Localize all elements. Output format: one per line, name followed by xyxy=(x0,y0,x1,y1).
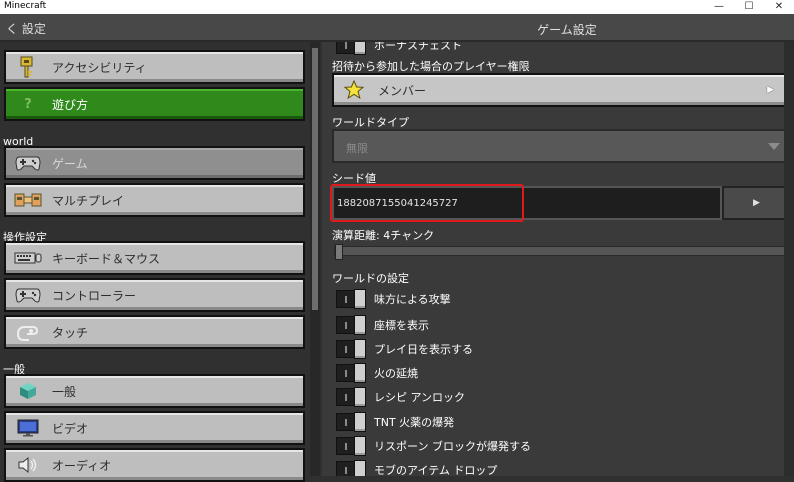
toggle-label: レシピ アンロック xyxy=(374,391,466,404)
invite-permission-label: 招待から参加した場合のプレイヤー権限 xyxy=(332,60,530,73)
seed-picker-button[interactable]: ▶ xyxy=(722,186,790,220)
chevron-right-icon: ▶ xyxy=(767,85,774,95)
sidebar-item-label: ビデオ xyxy=(52,421,89,436)
toggle-label: プレイ日を表示する xyxy=(374,343,473,356)
toggle-switch[interactable] xyxy=(336,460,366,476)
sidebar-scroll-thumb[interactable] xyxy=(312,48,318,310)
show-coordinates-toggle-row[interactable]: 座標を表示 xyxy=(336,315,429,335)
world-type-value: 無限 xyxy=(346,142,368,155)
recipe-unlock-toggle-row[interactable]: レシピ アンロック xyxy=(336,387,465,407)
sidebar-item-how-to-play[interactable]: ? 遊び方 xyxy=(4,87,305,121)
monitor-icon xyxy=(14,417,42,439)
page-title: ゲーム設定 xyxy=(537,23,597,37)
toggle-switch[interactable] xyxy=(336,289,366,309)
toggle-label: 座標を表示 xyxy=(374,319,429,332)
question-icon: ? xyxy=(24,96,32,112)
tnt-explodes-toggle-row[interactable]: TNT 火薬の爆発 xyxy=(336,412,454,432)
settings-scrollbar[interactable] xyxy=(784,42,794,476)
toggle-label: 火の延焼 xyxy=(374,367,418,380)
world-settings-label: ワールドの設定 xyxy=(332,272,409,285)
window-title: Minecraft xyxy=(4,1,47,11)
sidebar-item-label: 一般 xyxy=(52,384,77,399)
toggle-switch[interactable] xyxy=(336,339,366,359)
speaker-icon xyxy=(14,454,42,476)
chevron-down-icon xyxy=(768,143,780,150)
sidebar-item-keyboard-mouse[interactable]: キーボード＆マウス xyxy=(4,241,305,275)
toggle-switch[interactable] xyxy=(336,412,366,432)
permission-value: メンバー xyxy=(378,83,427,98)
sidebar-item-general[interactable]: 一般 xyxy=(4,374,305,408)
slider-handle[interactable] xyxy=(335,244,343,260)
maximize-icon[interactable]: ☐ xyxy=(734,0,764,14)
controller-icon xyxy=(14,152,42,174)
sidebar-item-label: オーディオ xyxy=(52,458,112,473)
key-icon xyxy=(14,56,42,78)
sidebar-item-label: コントローラー xyxy=(52,288,137,303)
keyboard-icon xyxy=(14,247,42,269)
sidebar-item-multiplayer[interactable]: マルチプレイ xyxy=(4,183,305,217)
minimize-icon[interactable]: — xyxy=(704,0,734,14)
toggle-switch[interactable] xyxy=(336,315,366,335)
friendly-fire-toggle-row[interactable]: 味方による攻撃 xyxy=(336,289,451,309)
header-bar: く 設定 ゲーム設定 xyxy=(0,14,794,42)
fire-spreads-toggle-row[interactable]: 火の延焼 xyxy=(336,363,418,383)
toggle-label: モブのアイテム ドロップ xyxy=(374,464,498,476)
show-days-played-toggle-row[interactable]: プレイ日を表示する xyxy=(336,339,473,359)
sidebar-item-label: ゲーム xyxy=(52,156,88,171)
close-icon[interactable]: ✕ xyxy=(764,0,794,14)
sidebar-item-label: アクセシビリティ xyxy=(52,60,147,75)
sidebar-item-controller[interactable]: コントローラー xyxy=(4,278,305,312)
toggle-label: TNT 火薬の爆発 xyxy=(374,416,455,429)
mob-loot-toggle-row[interactable]: モブのアイテム ドロップ xyxy=(336,460,497,476)
world-type-dropdown[interactable]: 無限 xyxy=(332,129,790,163)
sidebar-item-label: マルチプレイ xyxy=(52,193,125,208)
sidebar-item-audio[interactable]: オーディオ xyxy=(4,448,305,482)
sidebar-item-accessibility[interactable]: アクセシビリティ xyxy=(4,50,305,84)
world-type-label: ワールドタイプ xyxy=(332,116,409,129)
toggle-switch[interactable] xyxy=(336,436,366,456)
chevron-right-icon: ▶ xyxy=(753,198,760,208)
sidebar-item-label: 遊び方 xyxy=(52,97,89,112)
star-icon xyxy=(344,80,364,100)
respawn-blocks-explode-toggle-row[interactable]: リスポーン ブロックが爆発する xyxy=(336,436,531,456)
seed-highlight-box xyxy=(330,184,524,222)
game-settings-panel: ボーナスチェスト 招待から参加した場合のプレイヤー権限 メンバー ▶ ワールドタ… xyxy=(322,42,794,476)
toggle-switch[interactable] xyxy=(336,387,366,407)
controller-icon xyxy=(14,284,42,306)
sidebar-item-label: タッチ xyxy=(52,325,89,340)
sidebar-item-label: キーボード＆マウス xyxy=(52,251,161,266)
simulation-distance-label: 演算距離: 4チャンク xyxy=(332,229,435,242)
simulation-distance-slider[interactable] xyxy=(334,244,786,260)
toggle-switch[interactable] xyxy=(336,363,366,383)
toggle-label: リスポーン ブロックが爆発する xyxy=(374,440,531,453)
toggle-label: ボーナスチェスト xyxy=(374,42,462,52)
sidebar-item-touch[interactable]: タッチ xyxy=(4,315,305,349)
toggle-label: 味方による攻撃 xyxy=(374,293,451,306)
cube-icon xyxy=(14,380,42,402)
window-titlebar: Minecraft xyxy=(0,0,794,14)
invite-permission-button[interactable]: メンバー ▶ xyxy=(332,73,790,107)
multiplayer-icon xyxy=(14,189,42,211)
sidebar-item-video[interactable]: ビデオ xyxy=(4,411,305,445)
touch-icon xyxy=(14,321,42,343)
settings-sidebar: アクセシビリティ ? 遊び方 world ゲーム マルチプレイ 操作設定 キーボ… xyxy=(0,42,322,482)
bonus-chest-toggle-row[interactable]: ボーナスチェスト xyxy=(336,42,462,55)
toggle-switch[interactable] xyxy=(336,42,366,55)
sidebar-item-game[interactable]: ゲーム xyxy=(4,146,305,180)
window-controls: — ☐ ✕ xyxy=(704,0,794,14)
